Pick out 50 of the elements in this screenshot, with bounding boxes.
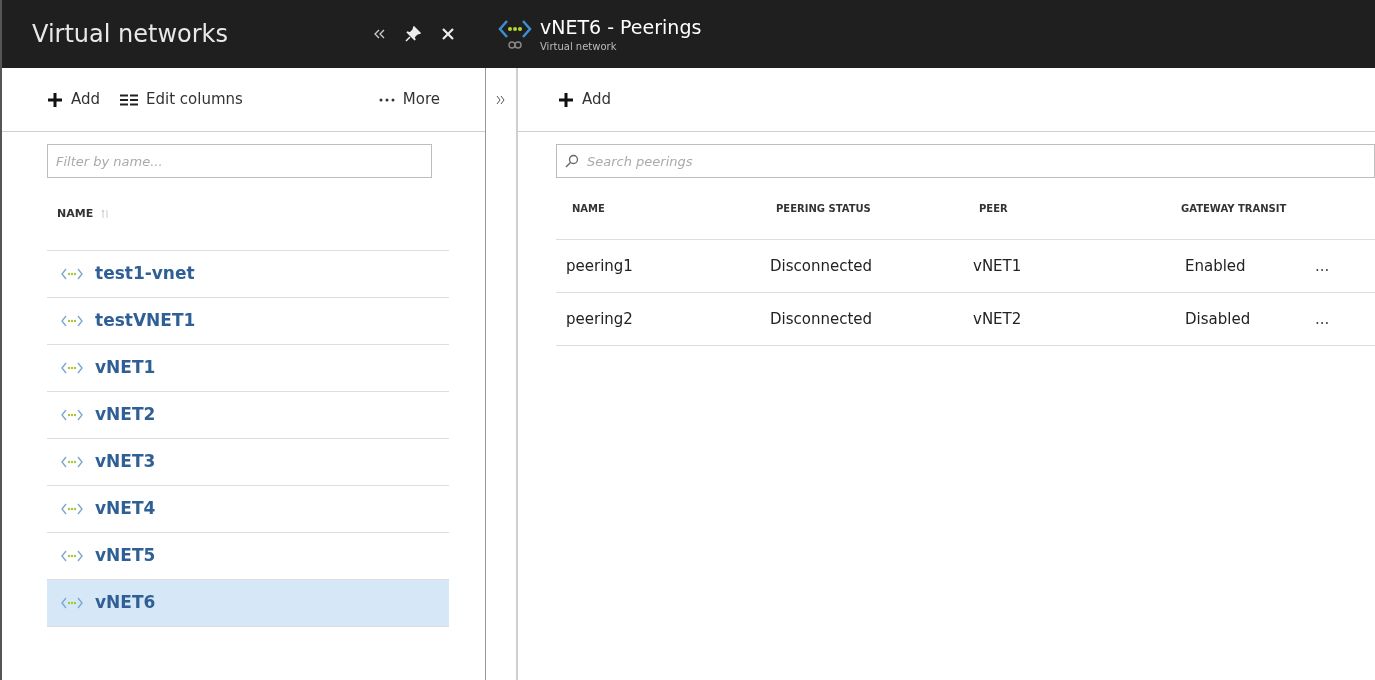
- network-name: vNET2: [95, 403, 156, 427]
- table-cell-text: vNET2: [973, 308, 1023, 330]
- table-cell-text: Enabled: [1184, 255, 1247, 277]
- table-cell-text: Disconnected: [770, 308, 874, 330]
- table-cell-text: peering1: [566, 255, 634, 277]
- column-header[interactable]: PEERING STATUS: [776, 201, 979, 216]
- column-header[interactable]: GATEWAY TRANSIT: [1181, 201, 1321, 216]
- table-cell-text: peering2: [566, 308, 634, 330]
- pin-icon[interactable]: [405, 26, 421, 42]
- columns-icon: [120, 93, 139, 106]
- ellipsis-icon: [378, 97, 395, 102]
- network-icon: [61, 596, 83, 610]
- network-icon: [61, 361, 83, 375]
- row-menu[interactable]: ...: [1315, 254, 1330, 278]
- table-cell-text: vNET1: [973, 255, 1023, 277]
- network-name: test1-vnet: [95, 262, 195, 286]
- table-cell-text: Disconnected: [770, 255, 874, 277]
- plus-icon: [558, 91, 574, 108]
- expand-icon[interactable]: [496, 95, 506, 105]
- plus-icon: [47, 91, 63, 108]
- network-name: testVNET1: [95, 309, 196, 333]
- network-icon: [61, 502, 83, 516]
- network-list-item[interactable]: vNET6: [47, 580, 449, 627]
- network-name: vNET6: [95, 591, 156, 615]
- network-name: vNET3: [95, 450, 156, 474]
- table-cell-text: Disabled: [1184, 308, 1252, 330]
- column-header[interactable]: PEER: [979, 201, 1181, 216]
- close-icon[interactable]: [441, 27, 455, 41]
- blade-title: vNET6 - Peerings: [540, 14, 702, 39]
- collapse-icon[interactable]: [373, 28, 385, 40]
- network-name: vNET5: [95, 544, 156, 568]
- network-name: vNET1: [95, 356, 156, 380]
- add-button[interactable]: Add: [558, 88, 612, 111]
- network-icon: [61, 549, 83, 563]
- blade-title: Virtual networks: [32, 19, 229, 50]
- search-field[interactable]: Search peerings: [556, 144, 1375, 178]
- edit-columns-button[interactable]: Edit columns: [120, 88, 243, 111]
- column-header[interactable]: NAME: [572, 201, 776, 216]
- network-icon: [61, 267, 83, 281]
- network-icon: [61, 455, 83, 469]
- network-icon: [61, 408, 83, 422]
- column-header[interactable]: NAME: [57, 205, 94, 223]
- network-icon: [61, 314, 83, 328]
- more-button[interactable]: More: [378, 88, 440, 111]
- blade-subtitle: Virtual network: [540, 39, 618, 54]
- row-menu[interactable]: ...: [1315, 307, 1330, 331]
- search-icon: [565, 154, 579, 168]
- filter-field[interactable]: Filter by name...: [47, 144, 432, 178]
- network-name: vNET4: [95, 497, 156, 521]
- add-button[interactable]: Add: [47, 88, 101, 111]
